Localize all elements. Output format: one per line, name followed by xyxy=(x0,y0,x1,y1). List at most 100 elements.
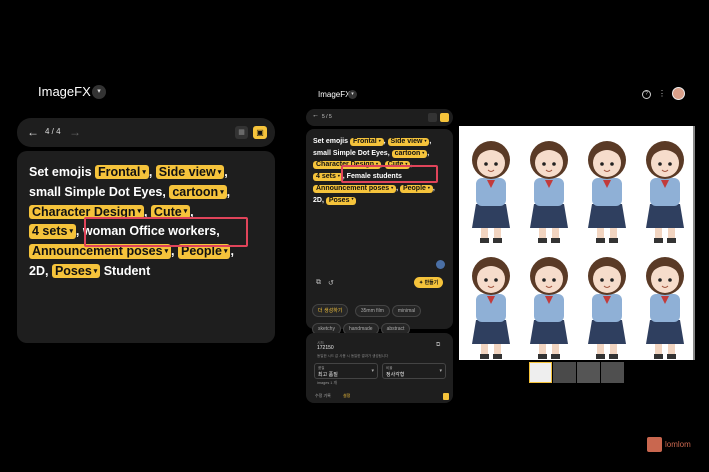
more-icon[interactable]: ⋮ xyxy=(658,89,666,98)
grid-icon[interactable]: ▦ xyxy=(235,126,248,139)
mini-prompt-chip[interactable]: Poses ▾ xyxy=(325,196,357,205)
image-scrollbar[interactable] xyxy=(693,126,695,360)
chevron-down-icon: ▾ xyxy=(422,150,425,155)
mini-menu-chevron-icon[interactable]: ▾ xyxy=(348,90,357,99)
tab-history[interactable]: 수정 기록 xyxy=(315,393,331,399)
app-menu-chevron-icon[interactable]: ▾ xyxy=(92,85,106,99)
prompt-chip-label: Poses xyxy=(54,263,92,278)
prompt-chip[interactable]: 4 sets ▾ xyxy=(29,224,76,239)
mini-prompt-chip[interactable]: People ▾ xyxy=(399,184,433,193)
chevron-down-icon: ▾ xyxy=(142,168,146,176)
mini-prompt-chip[interactable]: Announcement poses ▾ xyxy=(313,184,397,193)
mini-prompt-chip[interactable]: 4 sets ▾ xyxy=(313,173,343,182)
mini-grid-icon[interactable] xyxy=(428,113,437,122)
shoe xyxy=(480,354,489,359)
tab-settings[interactable]: 설정 xyxy=(343,393,350,399)
chevron-down-icon: ▾ xyxy=(351,197,354,202)
eye xyxy=(484,278,488,282)
eye xyxy=(494,278,498,282)
skirt xyxy=(472,320,510,344)
thumbnail-1[interactable] xyxy=(529,362,552,383)
thumbnail-3[interactable] xyxy=(577,362,600,383)
undo-icon[interactable]: ↺ xyxy=(328,279,334,287)
eye xyxy=(552,278,556,282)
prompt-chip[interactable]: Frontal ▾ xyxy=(95,165,149,180)
mini-prompt-chip[interactable]: cartoon ▾ xyxy=(391,149,428,158)
mini-prompt-chip-label: cartoon xyxy=(394,149,421,157)
shoe xyxy=(551,354,560,359)
back-arrow-icon[interactable]: ← xyxy=(27,125,39,139)
mini-prompt-text: small Simple Dot Eyes, xyxy=(313,149,392,157)
avatar[interactable] xyxy=(672,87,685,100)
eye xyxy=(542,278,546,282)
eye xyxy=(668,278,672,282)
mini-prompt-text: 2D, xyxy=(313,196,326,204)
quality-select[interactable]: 품질 최고 품질 ▾ xyxy=(314,363,378,379)
eye xyxy=(600,162,604,166)
thumbnail-4[interactable] xyxy=(601,362,624,383)
mini-prompt-text: Set emojis xyxy=(313,138,350,145)
chevron-down-icon: ▾ xyxy=(183,208,188,216)
mini-back-arrow-icon[interactable]: ← xyxy=(312,112,319,119)
suggest-chip[interactable]: 더 생성하기 xyxy=(312,304,349,317)
thumbnail-2[interactable] xyxy=(553,362,576,383)
refresh-icon[interactable] xyxy=(436,260,445,269)
student-character xyxy=(472,141,510,243)
image-icon[interactable]: ▣ xyxy=(253,126,267,139)
mini-image-icon[interactable] xyxy=(440,113,449,122)
mini-prompt-highlight-box xyxy=(341,165,438,183)
prompt-line: small Simple Dot Eyes, cartoon ▾, xyxy=(29,183,269,203)
generated-image[interactable] xyxy=(459,126,695,360)
mini-prompt-chip[interactable]: Side view ▾ xyxy=(387,138,430,147)
student-character xyxy=(530,141,568,243)
prompt-chip-label: Frontal xyxy=(98,165,141,179)
mini-prompt-chip-label: 4 sets xyxy=(316,173,336,181)
skirt xyxy=(646,320,684,344)
shoe xyxy=(667,238,676,243)
seed-hint: 동일한 시드 값 사용 시 동일한 결과가 생성됩니다 xyxy=(317,354,389,358)
prompt-chip[interactable]: Side view ▾ xyxy=(155,165,225,180)
seed-copy-icon[interactable]: ⧉ xyxy=(436,342,440,349)
shoe xyxy=(609,354,618,359)
thumbnail-strip xyxy=(529,362,625,383)
help-icon[interactable]: ? xyxy=(642,90,651,99)
forward-arrow-icon[interactable]: → xyxy=(69,125,81,139)
mini-prompt-chip[interactable]: Frontal ▾ xyxy=(349,138,384,147)
student-character xyxy=(472,257,510,359)
left-prompt-panel: Set emojis Frontal ▾, Side view ▾, small Si… xyxy=(17,151,275,343)
shoe xyxy=(538,354,547,359)
mini-prompt-line: small Simple Dot Eyes, cartoon ▾, xyxy=(313,148,451,160)
prompt-chip-label: Side view xyxy=(158,165,216,179)
chevron-down-icon: ▾ xyxy=(69,228,73,236)
eye xyxy=(484,162,488,166)
prompt-text: , xyxy=(148,165,156,179)
style-chip[interactable]: 35mm film xyxy=(354,305,390,317)
left-toolbar: ← 4 / 4 → ▦ ▣ xyxy=(17,118,275,147)
chevron-down-icon: ▾ xyxy=(137,208,141,216)
chevron-down-icon: ▾ xyxy=(371,368,374,374)
prompt-text: small Simple Dot Eyes, xyxy=(29,184,170,199)
shoe xyxy=(480,238,489,243)
seed-value[interactable]: 172150 xyxy=(317,345,334,351)
aspect-value: 정사각형 xyxy=(386,372,405,378)
prompt-highlight-box xyxy=(84,217,248,247)
style-chip[interactable]: minimal xyxy=(391,305,422,317)
skirt xyxy=(530,204,568,228)
chevron-down-icon: ▾ xyxy=(424,138,427,143)
shoe xyxy=(609,238,618,243)
tab-expand-icon[interactable] xyxy=(443,393,449,400)
aspect-select[interactable]: 비율 정사각형 ▾ xyxy=(382,363,446,379)
eye xyxy=(610,278,614,282)
shoe xyxy=(493,238,502,243)
quality-value: 최고 품질 xyxy=(318,372,338,378)
shoe xyxy=(538,238,547,243)
generate-button[interactable]: ✦ 만들기 xyxy=(414,277,444,288)
mini-prompt-text: , xyxy=(427,149,430,157)
prompt-chip[interactable]: cartoon ▾ xyxy=(169,184,227,200)
prompt-line: Set emojis Frontal ▾, Side view ▾, xyxy=(29,163,269,183)
copy-icon[interactable]: ⧉ xyxy=(316,279,321,287)
prompt-chip[interactable]: Poses ▾ xyxy=(51,263,101,279)
shoe xyxy=(551,238,560,243)
student-character-set xyxy=(472,141,684,359)
app-title: ImageFX xyxy=(38,84,91,99)
